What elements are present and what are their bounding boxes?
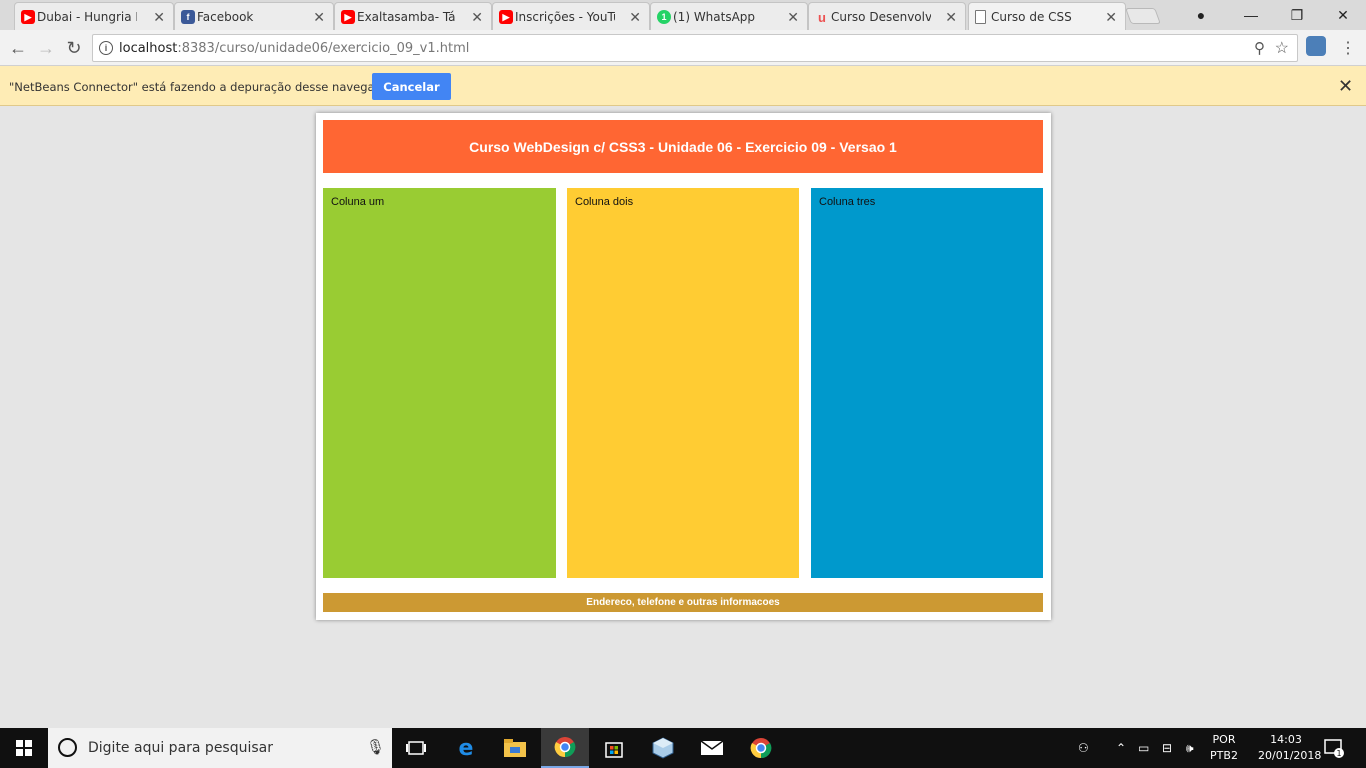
language-indicator[interactable]: POR PTB2 xyxy=(1206,732,1242,764)
tab-exaltasamba[interactable]: ▶ Exaltasamba- Tá vc ✕ xyxy=(334,2,492,30)
youtube-icon: ▶ xyxy=(499,10,513,24)
close-icon[interactable]: ✕ xyxy=(313,9,325,26)
people-icon[interactable]: ⚇ xyxy=(1078,728,1089,768)
udemy-icon: u xyxy=(818,9,826,25)
minimize-icon[interactable]: — xyxy=(1228,0,1274,30)
youtube-icon: ▶ xyxy=(21,10,35,24)
start-button[interactable] xyxy=(0,728,48,768)
zoom-icon[interactable]: ⚲ xyxy=(1254,39,1265,57)
clock-time: 14:03 xyxy=(1270,733,1302,746)
column-tres: Coluna tres xyxy=(811,188,1043,578)
tab-title: Exaltasamba- Tá vc xyxy=(357,9,457,24)
clock[interactable]: 14:03 20/01/2018 xyxy=(1258,732,1322,764)
svg-text:e: e xyxy=(459,737,474,759)
file-explorer-icon[interactable] xyxy=(491,728,539,768)
tab-curso-de-css[interactable]: Curso de CSS ✕ xyxy=(968,2,1126,30)
tab-facebook[interactable]: f Facebook ✕ xyxy=(174,2,334,30)
search-placeholder: Digite aqui para pesquisar xyxy=(88,740,274,756)
cancel-button[interactable]: Cancelar xyxy=(372,73,451,100)
window-close-icon[interactable]: ✕ xyxy=(1320,0,1366,30)
info-icon[interactable]: i xyxy=(99,41,113,55)
tab-title: (1) WhatsApp xyxy=(673,9,756,24)
page-footer: Endereco, telefone e outras informacoes xyxy=(323,593,1043,612)
tab-title: Curso de CSS xyxy=(991,9,1072,24)
language-code: POR xyxy=(1212,733,1236,746)
tab-whatsapp[interactable]: 1 (1) WhatsApp ✕ xyxy=(650,2,808,30)
bookmark-star-icon[interactable]: ☆ xyxy=(1275,38,1289,58)
debug-infobar: "NetBeans Connector" está fazendo a depu… xyxy=(0,66,1366,106)
taskbar-search[interactable]: Digite aqui para pesquisar 🎙 xyxy=(48,728,392,768)
tab-strip: ▶ Dubai - Hungria H ✕ f Facebook ✕ ▶ Exa… xyxy=(0,0,1366,30)
reload-icon[interactable]: ↻ xyxy=(62,36,86,60)
youtube-icon: ▶ xyxy=(341,10,355,24)
taskbar: Digite aqui para pesquisar 🎙 e ⚇ ⌃ ▭ ⊟ 🕪… xyxy=(0,728,1366,768)
keyboard-layout: PTB2 xyxy=(1210,749,1238,762)
tab-curso-desenvolve[interactable]: u Curso Desenvolve ✕ xyxy=(808,2,966,30)
tab-title: Facebook xyxy=(197,9,254,24)
close-icon[interactable]: ✕ xyxy=(471,9,483,26)
windows-logo-icon xyxy=(16,740,32,756)
whatsapp-icon: 1 xyxy=(657,10,671,24)
page-viewport: Curso WebDesign c/ CSS3 - Unidade 06 - E… xyxy=(0,106,1366,728)
back-arrow-icon[interactable]: ← xyxy=(6,36,30,60)
task-view-icon[interactable] xyxy=(392,728,440,768)
url-path: :8383/curso/unidade06/exercicio_09_v1.ht… xyxy=(177,41,470,56)
tab-title: Inscrições - YouTu xyxy=(515,9,615,24)
chrome-icon[interactable] xyxy=(541,728,589,768)
tab-dubai[interactable]: ▶ Dubai - Hungria H ✕ xyxy=(14,2,174,30)
network-icon[interactable]: ⊟ xyxy=(1162,728,1172,768)
restore-icon[interactable]: ❐ xyxy=(1274,0,1320,30)
column-um: Coluna um xyxy=(323,188,556,578)
facebook-icon: f xyxy=(181,10,195,24)
address-bar[interactable]: i localhost:8383/curso/unidade06/exercic… xyxy=(92,34,1298,62)
battery-icon[interactable]: ▭ xyxy=(1138,728,1149,768)
store-icon[interactable] xyxy=(590,728,638,768)
browser-toolbar: ← → ↻ i localhost:8383/curso/unidade06/e… xyxy=(0,30,1366,66)
close-icon[interactable]: ✕ xyxy=(629,9,641,26)
tab-title: Curso Desenvolve xyxy=(831,9,931,24)
column-dois: Coluna dois xyxy=(567,188,799,578)
tab-title: Dubai - Hungria H xyxy=(37,9,137,24)
notification-count: 1 xyxy=(1336,749,1341,758)
url-text[interactable]: localhost:8383/curso/unidade06/exercicio… xyxy=(119,41,469,56)
close-icon[interactable]: ✕ xyxy=(787,9,799,26)
menu-kebab-icon[interactable]: ⋮ xyxy=(1340,38,1356,58)
volume-icon[interactable]: 🕪 xyxy=(1186,728,1194,768)
new-tab-button[interactable] xyxy=(1125,8,1161,24)
forward-arrow-icon[interactable]: → xyxy=(34,36,58,60)
page-header: Curso WebDesign c/ CSS3 - Unidade 06 - E… xyxy=(323,120,1043,173)
infobar-message: "NetBeans Connector" está fazendo a depu… xyxy=(9,80,397,94)
close-infobar-icon[interactable]: ✕ xyxy=(1338,76,1353,97)
profile-icon[interactable]: ● xyxy=(1178,0,1224,30)
extension-icon[interactable] xyxy=(1306,36,1326,56)
tab-inscricoes[interactable]: ▶ Inscrições - YouTu ✕ xyxy=(492,2,650,30)
clock-date: 20/01/2018 xyxy=(1258,749,1322,762)
virtualbox-icon[interactable] xyxy=(639,728,687,768)
page-container: Curso WebDesign c/ CSS3 - Unidade 06 - E… xyxy=(316,113,1051,620)
url-host: localhost xyxy=(119,41,178,56)
close-icon[interactable]: ✕ xyxy=(153,9,165,26)
microphone-icon[interactable]: 🎙 xyxy=(366,738,385,756)
chrome-icon[interactable] xyxy=(737,728,785,768)
close-icon[interactable]: ✕ xyxy=(1105,9,1117,26)
close-icon[interactable]: ✕ xyxy=(945,9,957,26)
cortana-icon xyxy=(58,738,77,757)
page-icon xyxy=(975,10,986,24)
mail-icon[interactable] xyxy=(688,728,736,768)
edge-icon[interactable]: e xyxy=(442,728,490,768)
action-center-icon[interactable]: 1 xyxy=(1324,728,1344,768)
show-hidden-icons-icon[interactable]: ⌃ xyxy=(1116,728,1126,768)
